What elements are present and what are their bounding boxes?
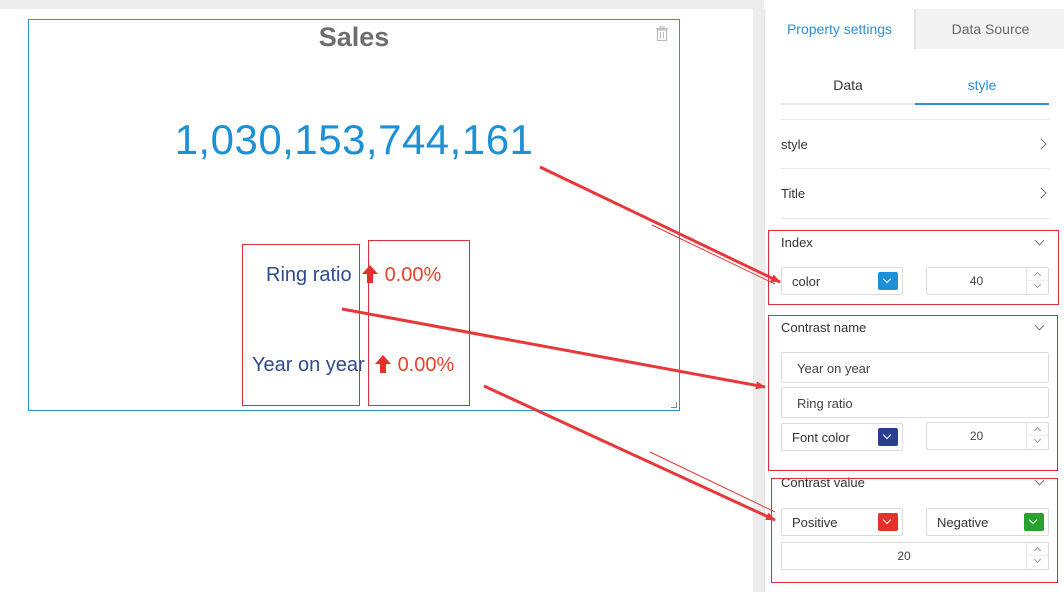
section-label: style bbox=[781, 137, 808, 152]
section-style[interactable]: style bbox=[781, 137, 1049, 152]
divider bbox=[781, 218, 1049, 219]
highlight-contrast-name-section bbox=[768, 315, 1058, 471]
highlight-contrast-value-section bbox=[771, 478, 1058, 583]
panel-tabs: Property settings Data Source bbox=[765, 9, 1064, 49]
tab-data-source[interactable]: Data Source bbox=[915, 9, 1064, 49]
subtab-data[interactable]: Data bbox=[781, 71, 915, 105]
divider bbox=[781, 119, 1049, 120]
highlight-value-column bbox=[368, 240, 470, 406]
canvas-top-bar bbox=[0, 0, 753, 9]
tab-property-settings[interactable]: Property settings bbox=[765, 9, 915, 49]
chevron-right-icon bbox=[1035, 138, 1047, 150]
chevron-right-icon bbox=[1035, 187, 1047, 199]
main-value: 1,030,153,744,161 bbox=[174, 116, 534, 163]
highlight-index-section bbox=[768, 230, 1059, 305]
trash-icon[interactable] bbox=[655, 25, 669, 42]
sub-tabs: Data style bbox=[781, 71, 1049, 105]
panel-separator bbox=[753, 0, 764, 592]
section-label: Title bbox=[781, 186, 806, 201]
highlight-label-column bbox=[242, 244, 360, 406]
section-title[interactable]: Title bbox=[781, 186, 1049, 201]
resize-handle[interactable] bbox=[671, 402, 677, 408]
subtab-style[interactable]: style bbox=[915, 71, 1049, 105]
widget-title: Sales bbox=[318, 22, 390, 52]
divider bbox=[781, 168, 1049, 169]
